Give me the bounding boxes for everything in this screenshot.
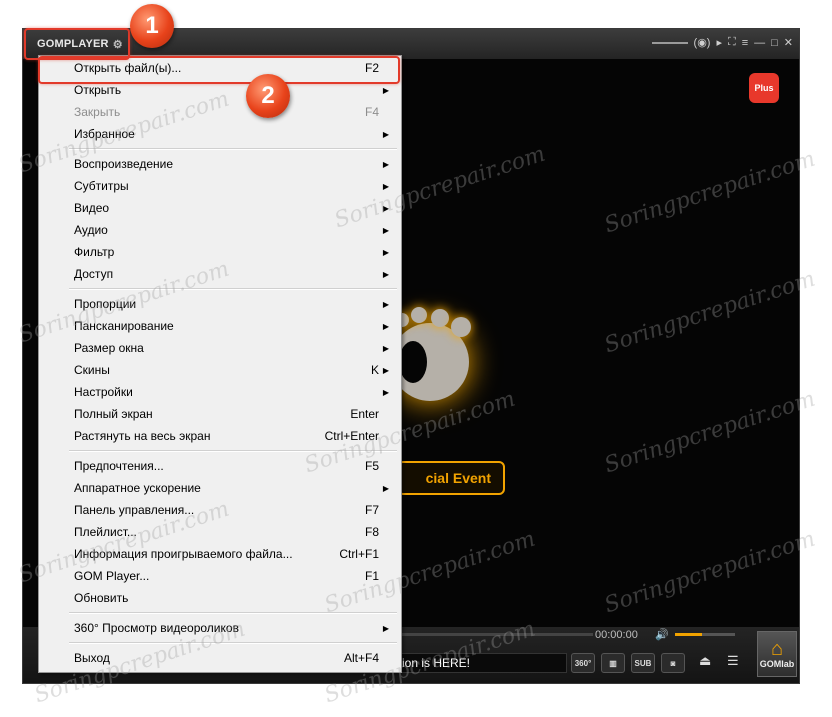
- submenu-arrow-icon: ▶: [382, 159, 389, 169]
- volume-line-icon: [651, 41, 688, 44]
- step2-highlight: [38, 56, 400, 84]
- menu-item-shortcut: Ctrl+F1: [339, 547, 379, 561]
- eject-icon[interactable]: ⏏: [699, 653, 711, 669]
- menu-item-playback[interactable]: Воспроизведение ▶: [41, 153, 399, 175]
- step1-badge: 1: [130, 4, 174, 48]
- menu-item-label: Аудио: [74, 223, 108, 237]
- submenu-arrow-icon: ▶: [382, 225, 389, 235]
- submenu-arrow-icon: ▶: [382, 483, 389, 493]
- menu-item-label: Настройки: [74, 385, 133, 399]
- menu-item-shortcut: Alt+F4: [343, 651, 379, 665]
- speaker-icon[interactable]: 🔊: [655, 628, 669, 641]
- title-controls: (◉) ▸ ⛶ ≡ — □ ✕: [651, 36, 793, 49]
- menu-item-label: Доступ: [74, 267, 114, 281]
- plus-badge-icon[interactable]: Plus: [749, 73, 779, 103]
- menu-item-label: Фильтр: [74, 245, 115, 259]
- submenu-arrow-icon: ▶: [382, 247, 389, 257]
- submenu-arrow-icon: ▶: [382, 321, 389, 331]
- fullscreen-icon[interactable]: ⛶: [728, 36, 736, 49]
- volume-level: [675, 633, 702, 636]
- menu-item-shortcut: Enter: [350, 407, 379, 421]
- menu-item-label: Видео: [74, 201, 110, 215]
- menu-item-settings[interactable]: Настройки ▶: [41, 381, 399, 403]
- gomlab-button[interactable]: ⌂ GOMlab: [757, 631, 797, 677]
- submenu-arrow-icon: ▶: [382, 365, 389, 375]
- playlist-icon[interactable]: ☰: [727, 653, 739, 669]
- menu-item-label: Предпочтения...: [74, 459, 164, 473]
- minimize-button[interactable]: —: [754, 37, 765, 49]
- submenu-arrow-icon: ▶: [382, 343, 389, 353]
- home-icon: ⌂: [770, 638, 784, 660]
- volume-slider[interactable]: [675, 633, 735, 636]
- menu-item-label: Скины: [74, 363, 110, 377]
- menu-separator: [69, 288, 397, 290]
- menu-item-label: Полный экран: [74, 407, 153, 421]
- 360-button[interactable]: 360°: [571, 653, 595, 673]
- submenu-arrow-icon: ▶: [382, 387, 389, 397]
- menu-item-label: Закрыть: [74, 105, 121, 119]
- menu-item-label: Воспроизведение: [74, 157, 174, 171]
- submenu-arrow-icon: ▶: [382, 85, 389, 95]
- menu-item-label: Размер окна: [74, 341, 144, 355]
- menu-item-label: Открыть: [74, 83, 122, 97]
- menu-item-shortcut: F7: [364, 503, 379, 517]
- menu-item-fullscreen[interactable]: Полный экран Enter: [41, 403, 399, 425]
- menu-item-label: Растянуть на весь экран: [74, 429, 211, 443]
- maximize-button[interactable]: □: [771, 37, 778, 49]
- close-button[interactable]: ✕: [784, 36, 793, 49]
- surround-icon[interactable]: (◉): [694, 36, 711, 49]
- menu-item-shortcut: F5: [364, 459, 379, 473]
- subtitle-button[interactable]: SUB: [631, 653, 655, 673]
- submenu-arrow-icon: ▶: [382, 129, 389, 139]
- menu-item-label: Аппаратное ускорение: [74, 481, 201, 495]
- submenu-arrow-icon: ▶: [382, 623, 389, 633]
- submenu-arrow-icon: ▶: [382, 299, 389, 309]
- submenu-arrow-icon: ▶: [382, 269, 389, 279]
- menu-item-shortcut: F8: [364, 525, 379, 539]
- time-display: 00:00:00: [595, 629, 638, 641]
- screenshot-button[interactable]: ◙: [661, 653, 685, 673]
- menu-item-window-size[interactable]: Размер окна ▶: [41, 337, 399, 359]
- equalizer-button[interactable]: ▥: [601, 653, 625, 673]
- menu-separator: [69, 148, 397, 150]
- menu-item-label: Субтитры: [74, 179, 129, 193]
- menu-item-skins[interactable]: Скины K ▶: [41, 359, 399, 381]
- step2-badge: 2: [246, 74, 290, 118]
- special-event-button[interactable]: cial Event: [397, 461, 505, 495]
- menu-item-hardware-acceleration[interactable]: Аппаратное ускорение ▶: [41, 477, 399, 499]
- submenu-arrow-icon: ▶: [382, 181, 389, 191]
- menu-item-subtitles[interactable]: Субтитры ▶: [41, 175, 399, 197]
- menu-icon[interactable]: ≡: [742, 37, 748, 49]
- menu-item-shortcut: K: [370, 363, 379, 377]
- menu-item-label: GOM Player...: [74, 569, 150, 583]
- play-icon[interactable]: ▸: [716, 36, 722, 49]
- menu-item-label: Обновить: [74, 591, 129, 605]
- menu-item-about-gom-player[interactable]: GOM Player... F1: [41, 565, 399, 587]
- menu-item-shortcut: F4: [364, 105, 379, 119]
